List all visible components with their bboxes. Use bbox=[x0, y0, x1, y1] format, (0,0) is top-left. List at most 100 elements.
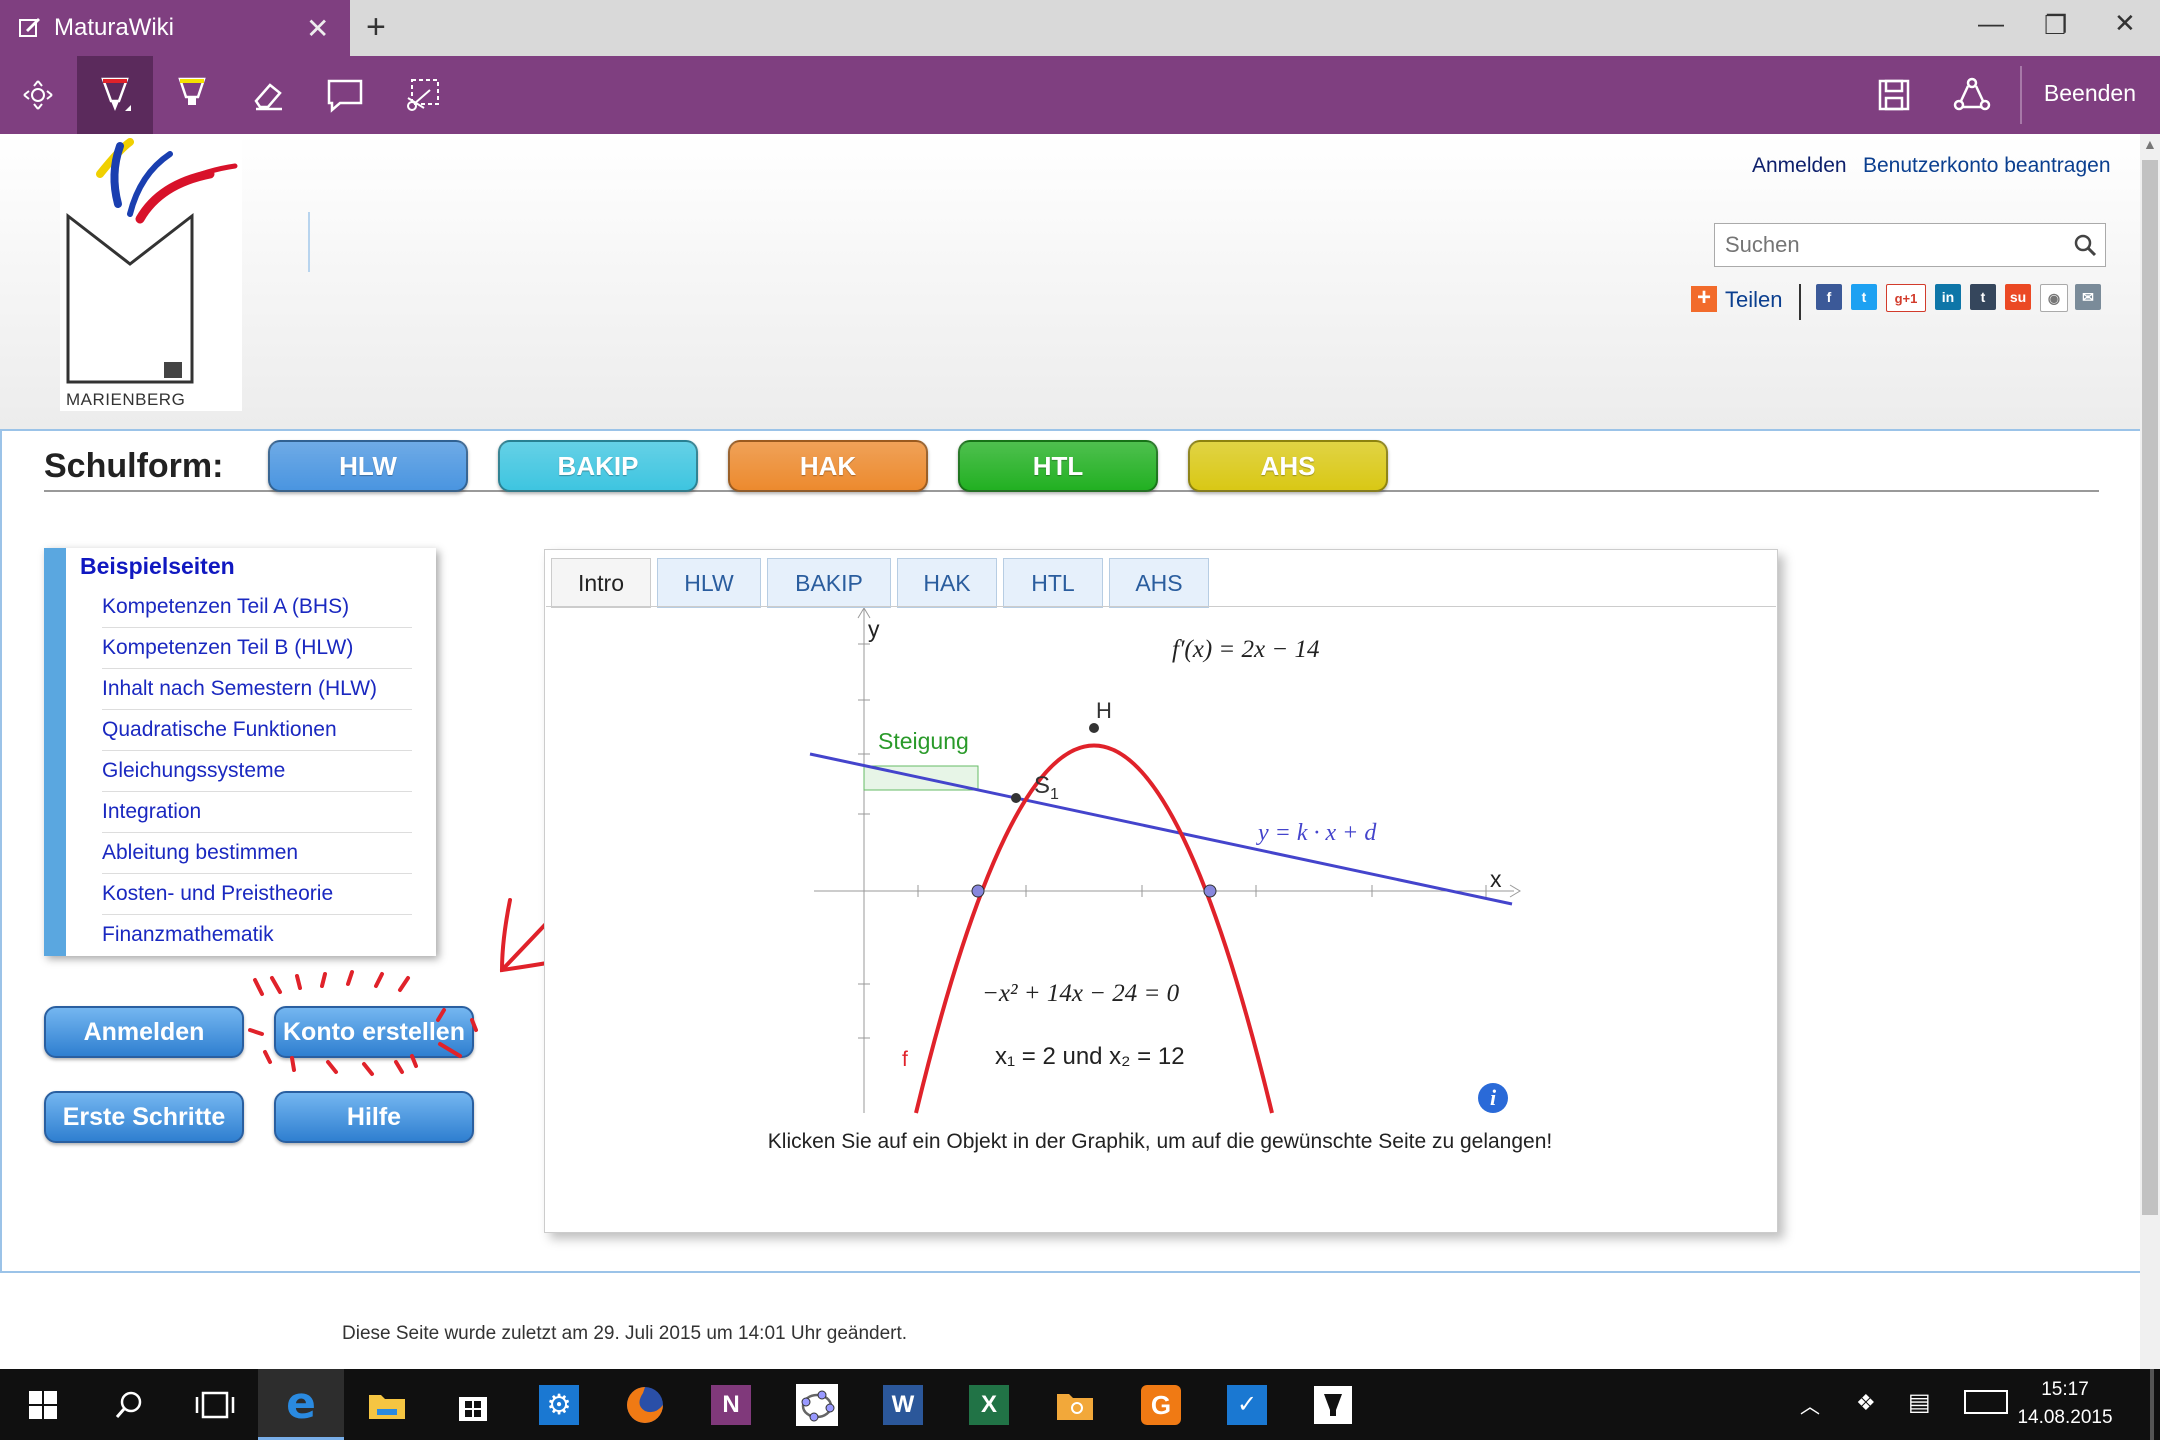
first-steps-button[interactable]: Erste Schritte bbox=[44, 1091, 244, 1143]
word-icon[interactable]: W bbox=[860, 1369, 946, 1440]
taskbar-clock[interactable]: 15:17 14.08.2015 bbox=[2010, 1376, 2120, 1432]
settings-icon[interactable]: ⚙ bbox=[516, 1369, 602, 1440]
edge-icon[interactable]: e bbox=[258, 1369, 344, 1440]
sidebar-item-integration[interactable]: Integration bbox=[102, 792, 412, 833]
point-s-label[interactable]: S1 bbox=[1034, 772, 1059, 804]
clock-date: 14.08.2015 bbox=[2017, 1407, 2113, 1428]
clock-time: 15:17 bbox=[2041, 1379, 2089, 1400]
pan-icon[interactable] bbox=[0, 56, 76, 134]
dropbox-icon[interactable]: ❖ bbox=[1856, 1390, 1876, 1416]
tab-hlw[interactable]: HLW bbox=[657, 558, 761, 608]
linkedin-icon[interactable]: in bbox=[1935, 284, 1961, 310]
excel-icon[interactable]: X bbox=[946, 1369, 1032, 1440]
reddit-icon[interactable]: ◉ bbox=[2040, 284, 2068, 312]
derivative-formula[interactable]: f′(x) = 2x − 14 bbox=[1172, 636, 1320, 664]
highlighter-icon[interactable] bbox=[154, 56, 230, 134]
quadratic-equation[interactable]: −x² + 14x − 24 = 0 bbox=[982, 980, 1179, 1008]
tab-ahs[interactable]: AHS bbox=[1109, 558, 1209, 608]
sidebar-item-ableitung[interactable]: Ableitung bestimmen bbox=[102, 833, 412, 874]
tab-intro[interactable]: Intro bbox=[551, 558, 651, 608]
add-share-icon[interactable]: + bbox=[1691, 286, 1717, 312]
tray-chevron-icon[interactable]: ︿ bbox=[1800, 1390, 1820, 1419]
search-input[interactable] bbox=[1723, 230, 2057, 260]
comment-icon[interactable] bbox=[307, 56, 383, 134]
tab-close-icon[interactable]: ✕ bbox=[306, 12, 329, 45]
store-icon[interactable] bbox=[430, 1369, 516, 1440]
login-link[interactable]: Anmelden bbox=[1752, 154, 1847, 178]
tab-hak[interactable]: HAK bbox=[897, 558, 997, 608]
save-icon[interactable] bbox=[1856, 56, 1932, 134]
sidebar-item-inhalt-semester[interactable]: Inhalt nach Semestern (HLW) bbox=[102, 669, 412, 710]
page-header bbox=[0, 134, 2140, 429]
pdf-app-icon[interactable]: G bbox=[1118, 1369, 1204, 1440]
y-axis-label: y bbox=[868, 616, 880, 642]
edit-page-icon bbox=[19, 18, 40, 37]
notifications-icon[interactable]: ▤ bbox=[1908, 1388, 1931, 1417]
search-taskbar-icon[interactable] bbox=[86, 1369, 172, 1440]
file-explorer-icon[interactable] bbox=[344, 1369, 430, 1440]
point-h-label[interactable]: H bbox=[1096, 698, 1112, 724]
email-icon[interactable]: ✉ bbox=[2075, 284, 2101, 310]
schulform-hlw-button[interactable]: HLW bbox=[268, 440, 468, 492]
sidebar-item-kompetenzen-a[interactable]: Kompetenzen Teil A (BHS) bbox=[102, 587, 412, 628]
task-app-icon[interactable]: ✓ bbox=[1204, 1369, 1290, 1440]
stumbleupon-icon[interactable]: su bbox=[2005, 284, 2031, 310]
roots-text[interactable]: x₁ = 2 und x₂ = 12 bbox=[995, 1043, 1185, 1071]
sidebar-item-quadratische-funktionen[interactable]: Quadratische Funktionen bbox=[102, 710, 412, 751]
scrollbar-thumb[interactable] bbox=[2142, 160, 2158, 1215]
logo[interactable]: MARIENBERG bbox=[60, 134, 242, 411]
facebook-icon[interactable]: f bbox=[1816, 284, 1842, 310]
schulform-bakip-button[interactable]: BAKIP bbox=[498, 440, 698, 492]
tab-underline bbox=[546, 606, 1776, 607]
firefox-icon[interactable] bbox=[602, 1369, 688, 1440]
twitter-icon[interactable]: t bbox=[1851, 284, 1877, 310]
point-s-name: S bbox=[1034, 772, 1051, 799]
sidebar-heading[interactable]: Beispielseiten bbox=[80, 553, 235, 580]
onenote-icon[interactable]: N bbox=[688, 1369, 774, 1440]
tab-title: MaturaWiki bbox=[54, 14, 175, 41]
curve-label[interactable]: f bbox=[902, 1048, 908, 1072]
x-axis-label: x bbox=[1490, 866, 1502, 892]
finish-button[interactable]: Beenden bbox=[2044, 80, 2136, 107]
search-field[interactable] bbox=[1714, 223, 2106, 267]
request-account-link[interactable]: Benutzerkonto beantragen bbox=[1863, 154, 2111, 178]
marker-app-icon[interactable] bbox=[1290, 1369, 1376, 1440]
schulform-hak-button[interactable]: HAK bbox=[728, 440, 928, 492]
schulform-label: Schulform: bbox=[44, 447, 224, 485]
info-icon[interactable]: i bbox=[1478, 1083, 1508, 1113]
schulform-htl-button[interactable]: HTL bbox=[958, 440, 1158, 492]
new-tab-button[interactable]: + bbox=[366, 8, 386, 47]
minimize-button[interactable]: ― bbox=[1978, 8, 2004, 39]
window-close-button[interactable]: ✕ bbox=[2114, 8, 2136, 39]
tab-bakip[interactable]: BAKIP bbox=[767, 558, 891, 608]
share-label[interactable]: Teilen bbox=[1725, 287, 1782, 313]
search-icon[interactable] bbox=[2073, 233, 2097, 257]
sidebar-accent-bar bbox=[44, 548, 66, 956]
sidebar-item-kompetenzen-b[interactable]: Kompetenzen Teil B (HLW) bbox=[102, 628, 412, 669]
browser-tab-active[interactable]: MaturaWiki ✕ bbox=[0, 0, 350, 56]
geogebra-icon[interactable] bbox=[774, 1369, 860, 1440]
eraser-icon[interactable] bbox=[230, 56, 306, 134]
share-divider bbox=[1799, 284, 1801, 320]
googleplus-icon[interactable]: g+1 bbox=[1886, 284, 1926, 312]
start-button[interactable] bbox=[0, 1369, 86, 1440]
pen-icon[interactable] bbox=[77, 56, 153, 134]
clip-icon[interactable] bbox=[385, 56, 461, 134]
show-desktop-button[interactable] bbox=[2150, 1369, 2154, 1440]
tumblr-icon[interactable]: t bbox=[1970, 284, 1996, 310]
login-button[interactable]: Anmelden bbox=[44, 1006, 244, 1058]
sidebar-item-gleichungssysteme[interactable]: Gleichungssysteme bbox=[102, 751, 412, 792]
share-icon[interactable] bbox=[1934, 56, 2010, 134]
scroll-up-icon[interactable]: ▲ bbox=[2143, 136, 2157, 152]
task-view-icon[interactable] bbox=[172, 1369, 258, 1440]
header-divider bbox=[308, 212, 310, 272]
line-equation-label[interactable]: y = k · x + d bbox=[1258, 820, 1376, 847]
slope-label[interactable]: Steigung bbox=[878, 728, 969, 755]
schulform-ahs-button[interactable]: AHS bbox=[1188, 440, 1388, 492]
restore-button[interactable]: ❐ bbox=[2044, 10, 2067, 41]
folder-search-icon[interactable] bbox=[1032, 1369, 1118, 1440]
applet-hint: Klicken Sie auf ein Objekt in der Graphi… bbox=[767, 1130, 1553, 1153]
tab-htl[interactable]: HTL bbox=[1003, 558, 1103, 608]
toolbar-divider bbox=[2020, 66, 2022, 124]
keyboard-icon[interactable] bbox=[1964, 1390, 2008, 1414]
